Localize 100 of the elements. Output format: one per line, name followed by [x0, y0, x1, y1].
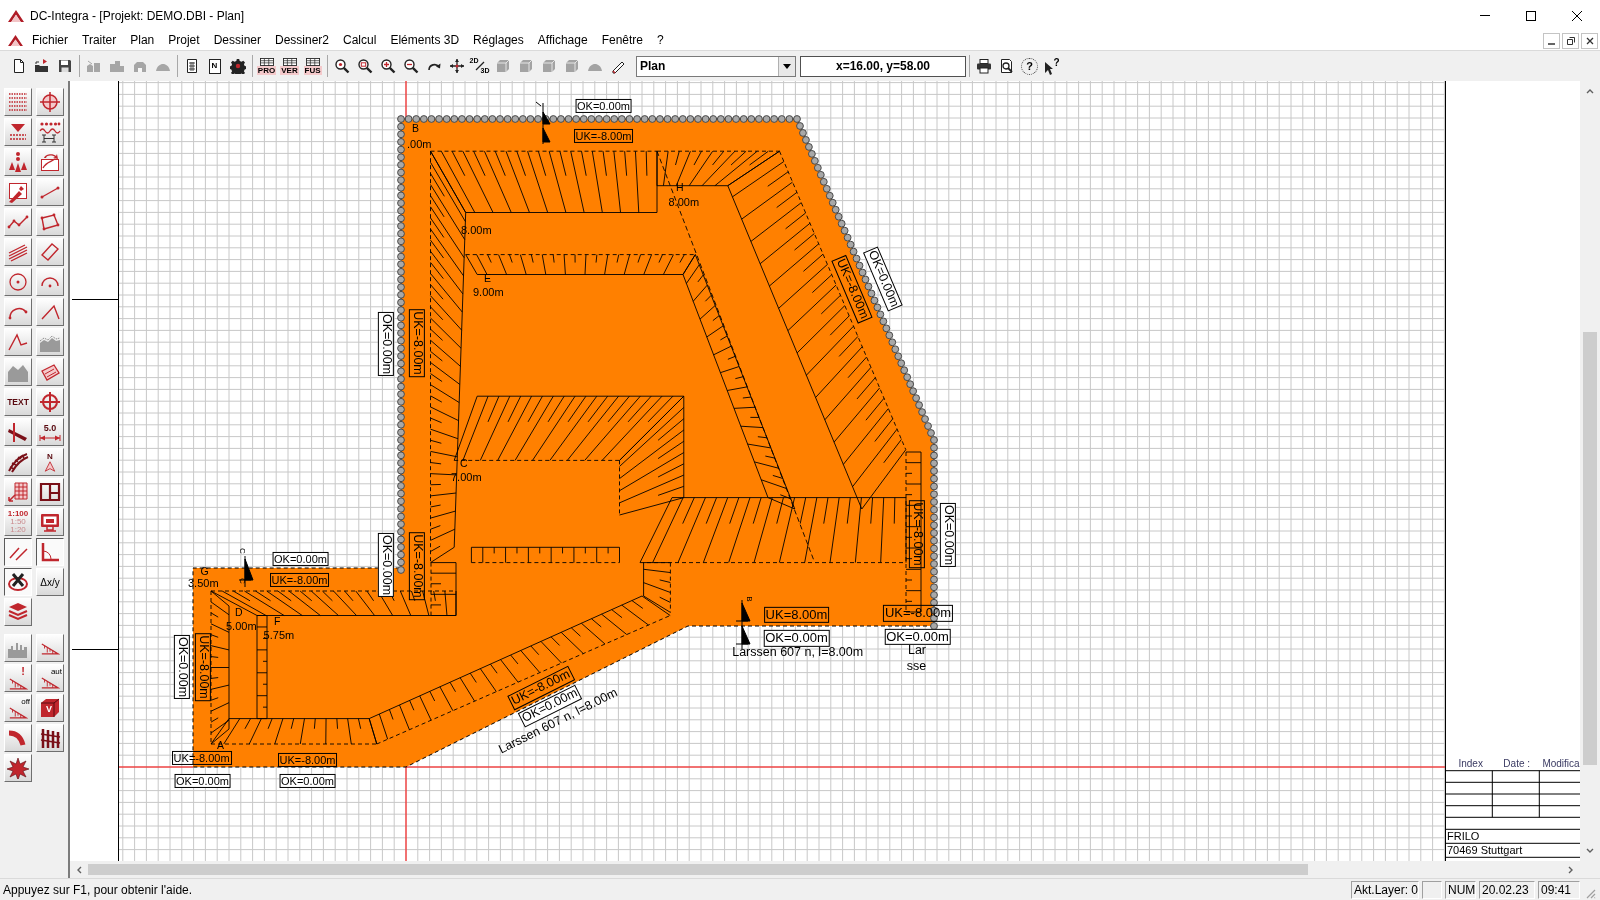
tool-button[interactable]: 5.0 — [36, 418, 64, 446]
scroll-thumb[interactable] — [88, 864, 1308, 875]
wave-icon — [39, 121, 61, 143]
crosshair-icon — [39, 91, 61, 113]
app-logo-icon[interactable] — [8, 34, 23, 47]
layout-icon — [39, 481, 61, 503]
menu-item[interactable]: Dessiner — [206, 32, 268, 49]
pointer-icon — [1045, 61, 1054, 75]
printer-icon[interactable] — [975, 58, 992, 74]
context-help-button[interactable]: ? — [1045, 57, 1060, 75]
tool-button[interactable]: 1:100 1:50 1:20 — [4, 508, 32, 536]
beam-icon — [7, 421, 29, 443]
open-folder-icon[interactable] — [33, 58, 50, 74]
circle-icon — [7, 271, 29, 293]
title-block-text: 70469 Stuttgart — [1447, 844, 1523, 857]
app-logo-icon — [8, 8, 24, 23]
slope-icon — [8, 677, 28, 690]
zoom-out-icon[interactable] — [402, 58, 419, 74]
delete-icon — [7, 571, 29, 593]
chevron-left-icon[interactable] — [75, 865, 83, 874]
level-tag: OK=0.00m — [884, 628, 951, 645]
section-letter: C — [237, 548, 246, 554]
close-button[interactable] — [1581, 32, 1598, 49]
figures-icon — [7, 151, 29, 173]
save-icon[interactable] — [56, 58, 73, 74]
menu-item[interactable]: Projet — [161, 32, 207, 49]
tool-button[interactable] — [4, 568, 32, 596]
menu-item[interactable]: ? — [650, 32, 671, 49]
menu-item[interactable]: Calcul — [336, 32, 384, 49]
tool-button[interactable]: Δx/y — [36, 568, 64, 596]
elevation-label: 8.00m — [668, 196, 700, 209]
tool-button[interactable]: N — [36, 448, 64, 476]
tool-button[interactable]: off — [4, 694, 32, 722]
menu-item[interactable]: Affichage — [530, 32, 595, 49]
slope-icon — [40, 641, 60, 655]
minimize-button[interactable] — [1543, 32, 1560, 49]
chevron-right-icon[interactable] — [1567, 865, 1575, 874]
elevation-label: .00m — [407, 138, 432, 151]
scroll-thumb[interactable] — [1583, 332, 1597, 765]
menu-item[interactable]: Dessiner2 — [268, 32, 337, 49]
zoom-window-icon[interactable] — [356, 58, 373, 74]
level-tag: OK=0.00m — [378, 532, 395, 597]
arrow-down-icon — [7, 121, 29, 143]
point-label: F — [274, 615, 281, 628]
tool-button[interactable] — [36, 538, 64, 566]
tool-button[interactable]: ! — [4, 664, 32, 692]
section-letter: B — [745, 596, 753, 602]
tool-button[interactable] — [4, 538, 32, 566]
panel-icon — [259, 57, 274, 66]
window-title: DC-Integra - [Projekt: DEMO.DBI - Plan] — [30, 8, 245, 23]
column-header: Date : — [1503, 758, 1531, 770]
close-icon[interactable] — [1572, 10, 1582, 21]
peak-icon — [7, 331, 29, 353]
level-tag: UK=-8.00m — [277, 752, 338, 767]
fence-icon — [39, 727, 61, 749]
target-icon — [39, 391, 61, 413]
toolbar-button[interactable]: FUS — [301, 57, 324, 75]
title-block-text: FRILO — [1447, 830, 1480, 843]
restore-button[interactable] — [1562, 32, 1579, 49]
slope-icon — [40, 676, 60, 689]
tool-button[interactable]: V — [36, 694, 64, 722]
move-icon[interactable] — [448, 58, 465, 74]
maximize-icon[interactable] — [1526, 10, 1536, 21]
status-pane: 20.02.23 — [1479, 880, 1535, 899]
hatching-icon — [7, 91, 29, 113]
point-label: C — [460, 457, 468, 470]
restore-icon — [1566, 36, 1575, 45]
view-select[interactable]: Plan — [636, 55, 796, 77]
track-icon — [7, 451, 29, 473]
dropdown-button[interactable] — [778, 56, 795, 76]
set-square-icon — [39, 541, 61, 563]
section-letter: C — [237, 578, 246, 584]
section-marker — [535, 101, 551, 145]
sheet-pile-label: Larssen 607 n, l=8.00m — [732, 644, 864, 660]
section-marker — [238, 555, 254, 588]
gear-icon[interactable] — [229, 58, 246, 74]
chevron-down-icon[interactable] — [1586, 847, 1594, 855]
menu-item[interactable]: Réglages — [466, 32, 531, 49]
chevron-up-icon[interactable] — [1586, 87, 1594, 95]
minimize-icon — [1548, 42, 1555, 45]
zoom-icon[interactable] — [333, 58, 350, 74]
printer-icon — [39, 511, 61, 533]
print-preview-icon[interactable] — [998, 58, 1015, 74]
toolbar-button[interactable]: VER — [278, 57, 301, 75]
menu-item[interactable]: Eléments 3D — [383, 32, 467, 49]
zoom-in-icon[interactable] — [379, 58, 396, 74]
sheet-pile-label: sse — [906, 658, 927, 674]
menu-item[interactable]: Fenêtre — [594, 32, 650, 49]
level-tag: OK=0.00m — [279, 773, 336, 789]
status-pane: NUM — [1445, 880, 1476, 899]
tool-button[interactable]: TEXT — [4, 388, 32, 416]
point-label: A — [217, 739, 224, 752]
panel-icon — [305, 57, 320, 66]
document-n-button[interactable]: N — [208, 58, 221, 74]
menu-item[interactable]: Fichier — [25, 32, 75, 49]
table-icon — [7, 481, 29, 503]
level-tag: OK=0.00m — [173, 635, 190, 700]
menu-item[interactable]: Plan — [123, 32, 162, 49]
menu-item[interactable]: Traiter — [75, 32, 124, 49]
tool-button[interactable]: aut — [36, 664, 64, 692]
